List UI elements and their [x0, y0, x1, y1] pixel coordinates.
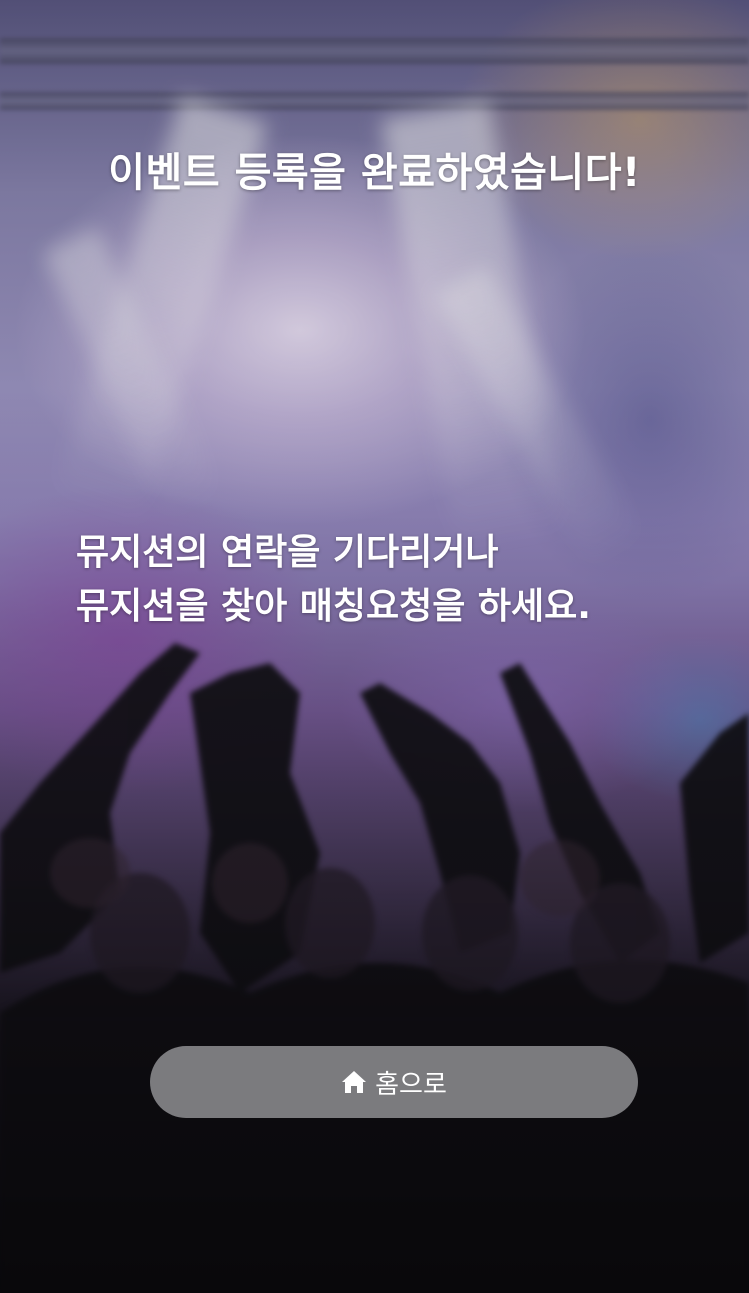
home-button[interactable]: 홈으로: [150, 1046, 638, 1118]
completion-title: 이벤트 등록을 완료하였습니다!: [108, 150, 641, 196]
instruction-line-2: 뮤지션을 찾아 매칭요청을 하세요.: [76, 586, 591, 627]
home-icon: [341, 1070, 367, 1094]
home-button-label: 홈으로: [375, 1069, 447, 1100]
instruction-message: 뮤지션의 연락을 기다리거나 뮤지션을 찾아 매칭요청을 하세요.: [76, 526, 709, 634]
instruction-line-1: 뮤지션의 연락을 기다리거나: [76, 532, 499, 573]
event-registration-complete-screen: 이벤트 등록을 완료하였습니다! 뮤지션의 연락을 기다리거나 뮤지션을 찾아 …: [0, 0, 749, 1293]
